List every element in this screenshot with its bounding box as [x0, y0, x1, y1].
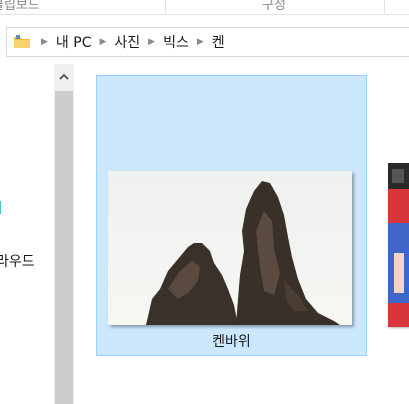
nav-item-cloud[interactable]: 라우드: [0, 251, 35, 271]
scroll-up-button[interactable]: [54, 64, 74, 90]
scrollbar-thumb[interactable]: [55, 91, 73, 404]
address-bar[interactable]: ▶ 내 PC ▶ 사진 ▶ 빅스 ▶ 켄: [6, 27, 409, 57]
breadcrumb-arrow-icon[interactable]: ▶: [148, 37, 155, 47]
ribbon-group-clipboard: 클립보드: [0, 0, 40, 13]
breadcrumb-ken[interactable]: 켄: [212, 32, 225, 52]
breadcrumb-arrow-icon[interactable]: ▶: [99, 37, 106, 47]
ribbon-divider: [384, 0, 385, 14]
navigation-scrollbar[interactable]: [54, 64, 74, 404]
breadcrumb-pictures[interactable]: 사진: [114, 32, 140, 52]
breadcrumb-bix[interactable]: 빅스: [163, 32, 189, 52]
file-name-label[interactable]: 켄바위: [96, 331, 367, 351]
ribbon-group-labels: 클립보드 구성: [0, 0, 409, 15]
chevron-up-icon: [59, 73, 69, 80]
ribbon-divider: [165, 0, 166, 14]
onedrive-icon: [0, 201, 1, 214]
breadcrumb-arrow-icon[interactable]: ▶: [197, 37, 204, 47]
image-thumbnail[interactable]: [108, 171, 352, 325]
breadcrumb-this-pc[interactable]: 내 PC: [56, 32, 92, 52]
neighbor-image-thumbnail[interactable]: [388, 163, 409, 327]
breadcrumb-arrow-icon[interactable]: ▶: [41, 37, 48, 47]
folder-icon: [13, 34, 33, 50]
navigation-pane: 라우드: [0, 64, 54, 404]
ribbon-group-organize: 구성: [262, 0, 286, 13]
